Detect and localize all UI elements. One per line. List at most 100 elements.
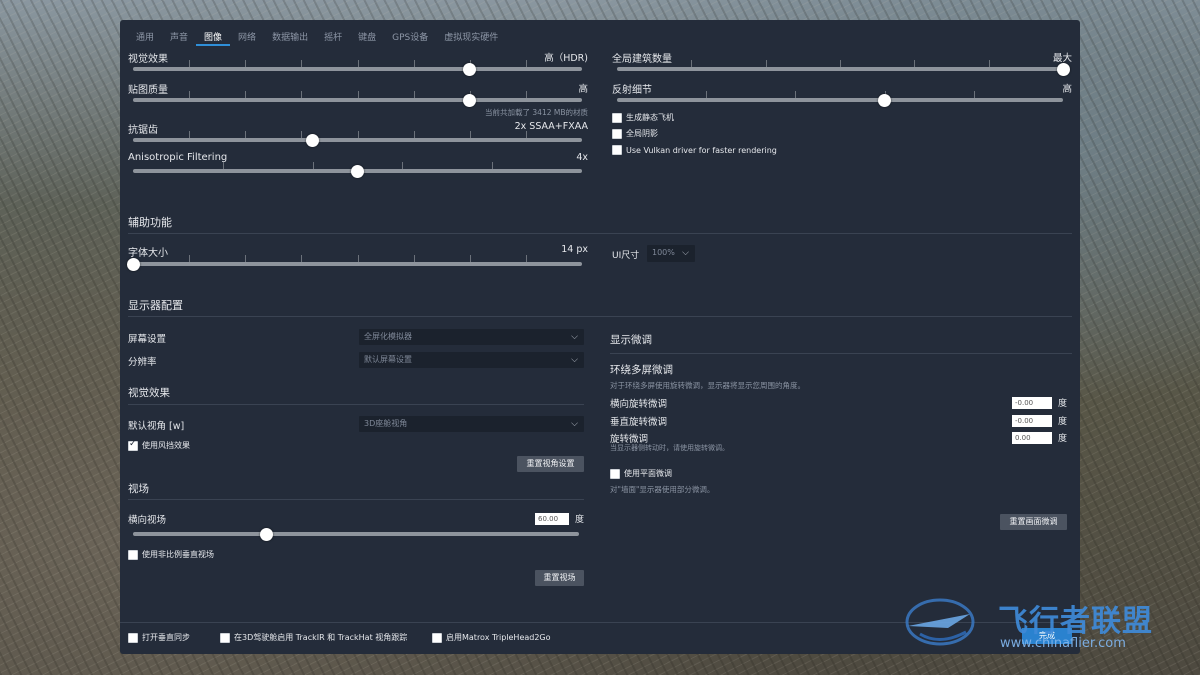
settings-panel: 通用 声音 图像 网络 数据输出 摇杆 键盘 GPS设备 虚拟现实硬件 视觉效果… — [120, 20, 1080, 654]
accessibility-title: 辅助功能 — [128, 216, 172, 229]
roll-input[interactable]: 0.00 — [1012, 432, 1052, 444]
hfov-input[interactable]: 60.00 — [535, 513, 569, 525]
ui-size-label: UI尺寸 — [612, 251, 640, 261]
antialiasing-slider[interactable] — [133, 131, 582, 147]
tab-bar: 通用 声音 图像 网络 数据输出 摇杆 键盘 GPS设备 虚拟现实硬件 — [128, 28, 506, 46]
default-view-value: 3D座舱视角 — [364, 419, 408, 428]
default-view-select[interactable]: 3D座舱视角 ⌵ — [359, 416, 584, 432]
slider-tick — [357, 255, 359, 262]
tab-network[interactable]: 网络 — [230, 28, 264, 46]
ui-size-select[interactable]: 100% ⌵ — [647, 245, 695, 262]
tab-graphics[interactable]: 图像 — [196, 28, 231, 46]
tab-vr-hardware[interactable]: 虚拟现实硬件 — [436, 28, 506, 46]
resolution-value: 默认屏幕设置 — [364, 355, 412, 364]
font-size-slider[interactable] — [126, 255, 582, 271]
lateral-input[interactable]: -0.00 — [1012, 397, 1052, 409]
texture-memory-note: 当前共加载了 3412 MB的材质 — [485, 108, 588, 117]
anisotropic-slider[interactable] — [133, 162, 582, 178]
visual-effects-slider[interactable] — [133, 60, 582, 76]
watermark: 飞行者联盟 www.chinaflier.com — [900, 594, 1200, 664]
tab-keyboard[interactable]: 键盘 — [350, 28, 384, 46]
slider-tick — [245, 60, 247, 67]
flat-tune-checkbox[interactable]: 使用平面微调 — [610, 468, 672, 479]
slider-tick — [245, 255, 247, 262]
slider-knob[interactable] — [463, 93, 477, 107]
slider-tick — [914, 60, 916, 67]
reset-fov-button[interactable]: 重置视场 — [535, 570, 584, 586]
reflection-slider[interactable] — [617, 91, 1063, 107]
slider-tick — [469, 131, 471, 138]
slider-tick — [413, 255, 415, 262]
divider — [610, 353, 1072, 354]
slider-tick — [301, 60, 303, 67]
ui-size-value: 100% — [652, 248, 675, 257]
texture-quality-value: 高 — [578, 84, 588, 95]
chevron-down-icon: ⌵ — [571, 332, 578, 342]
divider — [128, 233, 1072, 234]
divider — [128, 404, 584, 405]
world-objects-slider[interactable] — [617, 60, 1070, 76]
slider-tick — [301, 255, 303, 262]
visual-effects-value: 高（HDR) — [544, 53, 588, 64]
font-size-value: 14 px — [561, 244, 588, 255]
slider-tick — [973, 91, 975, 98]
resolution-select[interactable]: 默认屏幕设置 ⌵ — [359, 352, 584, 368]
chevron-down-icon: ⌵ — [571, 355, 578, 365]
hfov-slider[interactable] — [133, 527, 579, 541]
slider-tick — [245, 131, 247, 138]
static-aircraft-label: 生成静态飞机 — [626, 113, 674, 122]
vsync-label: 打开垂直同步 — [142, 633, 190, 642]
slider-tick — [245, 91, 247, 98]
slider-tick — [222, 162, 224, 169]
slider-tick — [706, 91, 708, 98]
slider-knob[interactable] — [878, 93, 892, 107]
tab-data-output[interactable]: 数据输出 — [264, 28, 316, 46]
anisotropic-label: Anisotropic Filtering — [128, 152, 228, 163]
hfov-unit: 度 — [575, 515, 585, 525]
slider-knob[interactable] — [463, 62, 477, 76]
vertical-input[interactable]: -0.00 — [1012, 415, 1052, 427]
global-shadows-label: 全局阴影 — [626, 129, 658, 138]
static-aircraft-checkbox[interactable]: 生成静态飞机 — [612, 112, 674, 123]
slider-knob[interactable] — [351, 164, 364, 178]
nonprop-vfov-checkbox[interactable]: 使用非比例垂直视场 — [128, 549, 214, 560]
tab-gps[interactable]: GPS设备 — [384, 28, 436, 46]
screen-setting-label: 屏幕设置 — [128, 334, 167, 345]
vsync-checkbox[interactable]: 打开垂直同步 — [128, 632, 190, 643]
tab-general[interactable]: 通用 — [128, 28, 162, 46]
vertical-label: 垂直旋转微调 — [610, 417, 668, 428]
checkbox-box — [432, 632, 442, 643]
hfov-label: 横向视场 — [128, 515, 167, 526]
default-view-label: 默认视角 [w] — [128, 421, 185, 432]
global-shadows-checkbox[interactable]: 全局阴影 — [612, 128, 658, 139]
vulkan-checkbox[interactable]: Use Vulkan driver for faster rendering — [612, 145, 777, 155]
matrox-checkbox[interactable]: 启用Matrox TripleHead2Go — [432, 632, 551, 643]
slider-knob[interactable] — [126, 257, 140, 271]
slider-tick — [357, 91, 359, 98]
nonprop-vfov-label: 使用非比例垂直视场 — [142, 550, 214, 559]
slider-tick — [357, 60, 359, 67]
slider-knob[interactable] — [1056, 62, 1070, 76]
windshield-label: 使用风挡效果 — [142, 441, 190, 450]
reflection-value: 高 — [1062, 84, 1072, 95]
reset-fine-tune-button[interactable]: 重置画面微调 — [1000, 514, 1067, 530]
antialiasing-value: 2x SSAA+FXAA — [514, 121, 588, 132]
anisotropic-value: 4x — [576, 152, 588, 163]
slider-knob[interactable] — [260, 527, 274, 541]
reset-view-button[interactable]: 重置视角设置 — [517, 456, 584, 472]
checkbox-box — [612, 112, 622, 123]
screen-setting-select[interactable]: 全屏化模拟器 ⌵ — [359, 329, 584, 345]
flat-tune-label: 使用平面微调 — [624, 469, 672, 478]
watermark-title: 飞行者联盟 — [998, 604, 1153, 639]
windshield-checkbox[interactable]: 使用风挡效果 — [128, 439, 190, 451]
slider-tick — [402, 162, 404, 169]
slider-knob[interactable] — [306, 133, 320, 147]
slider-tick — [413, 60, 415, 67]
trackir-checkbox[interactable]: 在3D驾驶舱启用 TrackIR 和 TrackHat 视角跟踪 — [220, 632, 407, 643]
tab-joystick[interactable]: 摇杆 — [316, 28, 350, 46]
texture-quality-slider[interactable] — [133, 91, 582, 107]
slider-tick — [765, 60, 767, 67]
tab-sound[interactable]: 声音 — [162, 28, 196, 46]
slider-tick — [840, 60, 841, 67]
slider-tick — [525, 60, 527, 67]
